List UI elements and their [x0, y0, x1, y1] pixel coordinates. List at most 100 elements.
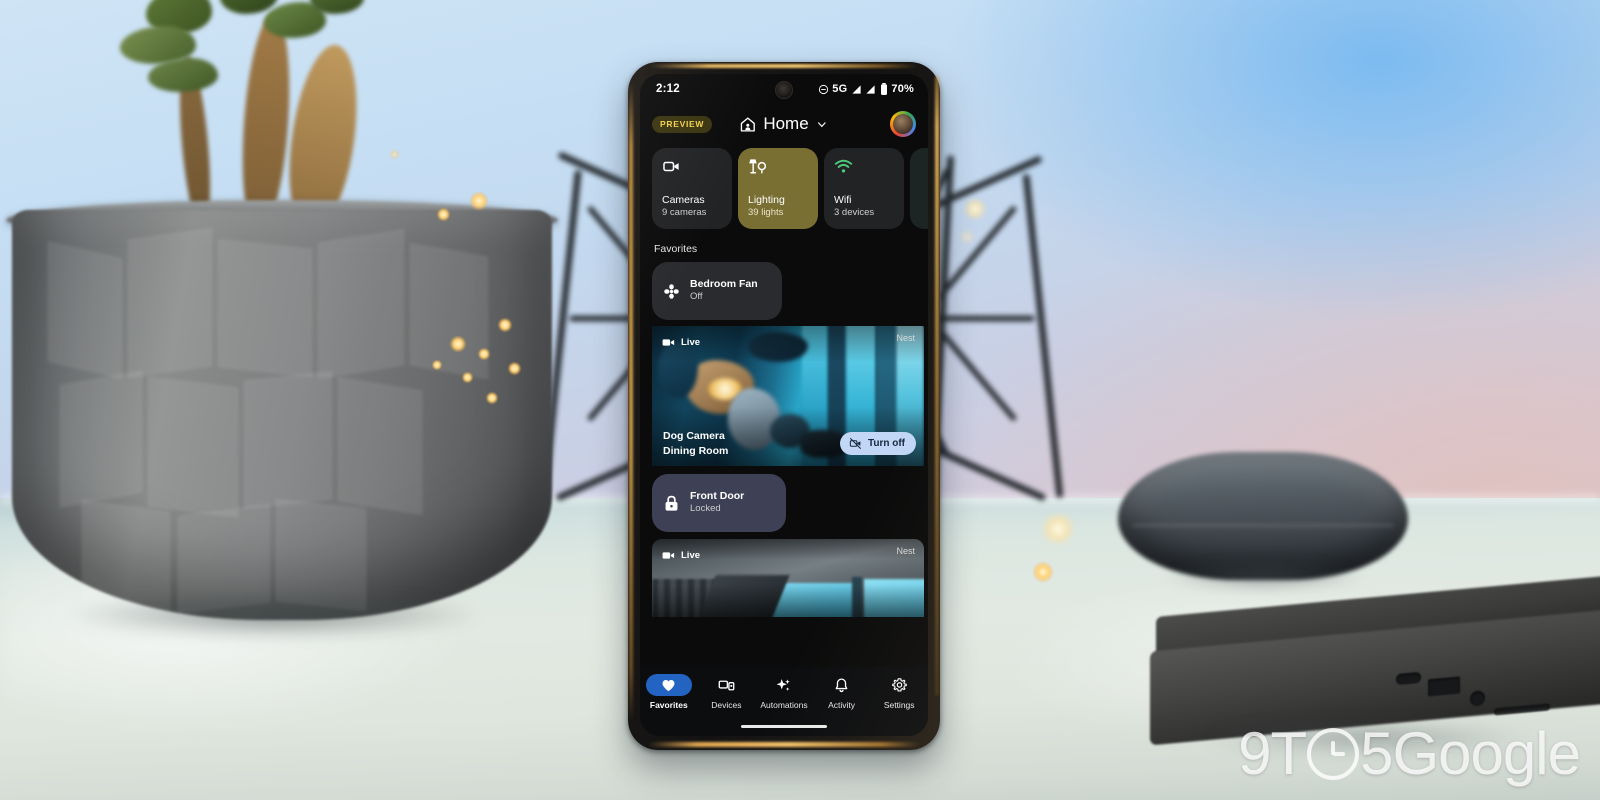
nav-item-devices[interactable]: Devices [698, 674, 756, 710]
nav-item-favorites[interactable]: Favorites [640, 674, 698, 710]
nav-active-pill [645, 674, 692, 696]
chip-wifi[interactable]: Wifi 3 devices [824, 148, 904, 229]
photo-scene: 2:12 5G 70% PREVIEW Home Cameras 9 camer… [0, 0, 1600, 800]
tile-front-door[interactable]: Front Door Locked [652, 474, 786, 532]
fairy-light [470, 192, 488, 210]
nav-icon-wrap [876, 674, 922, 696]
video-camera-icon [662, 552, 675, 559]
app-header: PREVIEW Home [640, 104, 928, 144]
chip-label: Wifi [834, 194, 852, 207]
fairy-light [486, 392, 498, 404]
watermark-part2: 5Google [1360, 720, 1581, 787]
pixel-phone: 2:12 5G 70% PREVIEW Home Cameras 9 camer… [628, 62, 940, 750]
camera-brand-label: Nest [896, 546, 915, 556]
chip-sublabel: 39 lights [748, 207, 784, 219]
front-camera-punch-hole [776, 82, 792, 98]
turn-off-label: Turn off [867, 438, 905, 449]
fan-icon [664, 283, 679, 299]
do-not-disturb-icon [818, 84, 828, 94]
video-camera-icon [662, 339, 675, 346]
fairy-light [498, 318, 512, 332]
gesture-navigation-bar[interactable] [741, 724, 827, 728]
favorites-tiles-2: Front Door Locked [640, 466, 928, 532]
avatar[interactable] [890, 111, 916, 137]
chip-label: Cameras [662, 194, 705, 207]
phone-edge-highlight-left [629, 82, 633, 722]
fairy-light [390, 150, 399, 159]
plant [120, 0, 454, 238]
fairy-light [450, 336, 466, 352]
home-selector[interactable]: Home [739, 114, 828, 134]
fairy-light [478, 348, 490, 360]
nav-icon-wrap [819, 674, 865, 696]
planter-body [12, 210, 552, 620]
nav-label: Settings [883, 700, 915, 710]
sparkle-icon [777, 678, 791, 691]
watermark-part1: 9T [1238, 720, 1307, 787]
camera-room: Dining Room [663, 444, 729, 457]
gear-icon [891, 677, 907, 692]
bokeh-light [960, 230, 974, 244]
camera-name-block: Dog Camera Dining Room [663, 429, 728, 458]
phone-edge-highlight-top [650, 64, 918, 68]
clock-o-icon [1307, 727, 1360, 780]
preview-badge: PREVIEW [652, 115, 713, 133]
battery-percent: 70% [891, 83, 914, 95]
nav-icon-wrap [761, 674, 807, 696]
fairy-light [508, 362, 521, 375]
live-label: Live [681, 550, 701, 561]
camera-name: Dog Camera [663, 430, 725, 443]
favorites-tiles: Bedroom Fan Off [640, 262, 928, 320]
fairy-light [1033, 562, 1053, 582]
tile-bedroom-fan[interactable]: Bedroom Fan Off [652, 262, 782, 320]
network-type: 5G [832, 83, 848, 95]
phone-edge-highlight-right [935, 76, 939, 696]
bottom-navigation: Favorites Devices Automations Activity S… [640, 667, 928, 736]
battery-icon [880, 83, 887, 95]
chevron-down-icon [818, 121, 826, 127]
status-bar: 2:12 5G 70% [640, 74, 928, 104]
lock-icon [665, 495, 678, 511]
chip-lighting[interactable]: Lighting 39 lights [738, 148, 818, 229]
category-chips: Cameras 9 cameras Lighting 39 lights Wif… [640, 144, 928, 229]
fairy-light [462, 372, 473, 383]
tile-status: Off [690, 291, 703, 303]
nest-mini-speaker [1118, 452, 1408, 598]
chip-cameras[interactable]: Cameras 9 cameras [652, 148, 732, 229]
bokeh-light [964, 198, 986, 220]
video-camera-icon [663, 161, 679, 172]
turn-off-button[interactable]: Turn off [839, 432, 916, 455]
chip-next-partial[interactable] [910, 148, 928, 229]
nav-label: Automations [760, 700, 808, 710]
signal-bars-icon [866, 84, 875, 94]
tile-name: Bedroom Fan [690, 277, 758, 290]
tile-name: Front Door [690, 489, 745, 502]
wifi-icon [834, 159, 853, 173]
nav-item-activity[interactable]: Activity [813, 674, 871, 710]
tile-status: Locked [690, 503, 721, 515]
home-person-icon [740, 116, 755, 132]
nav-item-automations[interactable]: Automations [755, 674, 813, 710]
devices-icon [718, 680, 735, 690]
favorites-section-label: Favorites [654, 243, 698, 255]
chip-label: Lighting [748, 194, 785, 207]
camera-card-second[interactable]: Live Nest [652, 539, 924, 617]
fairy-light [437, 208, 450, 221]
signal-bars-icon [852, 84, 861, 94]
nav-icon-wrap [703, 674, 749, 696]
live-badge: Live [661, 335, 700, 350]
status-time: 2:12 [656, 83, 680, 95]
phone-screen: 2:12 5G 70% PREVIEW Home Cameras 9 camer… [640, 74, 928, 736]
camera-card-dog-camera[interactable]: Live Nest Dog Camera Dining Room Turn of… [652, 326, 924, 466]
fairy-light [432, 360, 442, 370]
planter-shadow [0, 580, 564, 650]
home-title-text: Home [763, 114, 809, 133]
planter [0, 0, 564, 650]
nav-item-settings[interactable]: Settings [870, 674, 928, 710]
nav-label: Favorites [649, 700, 688, 710]
live-label: Live [681, 337, 701, 348]
heart-icon [662, 679, 675, 691]
nav-label: Activity [828, 700, 856, 710]
status-icons: 5G 70% [818, 83, 914, 95]
watermark: 9T 5Google [1238, 719, 1581, 788]
